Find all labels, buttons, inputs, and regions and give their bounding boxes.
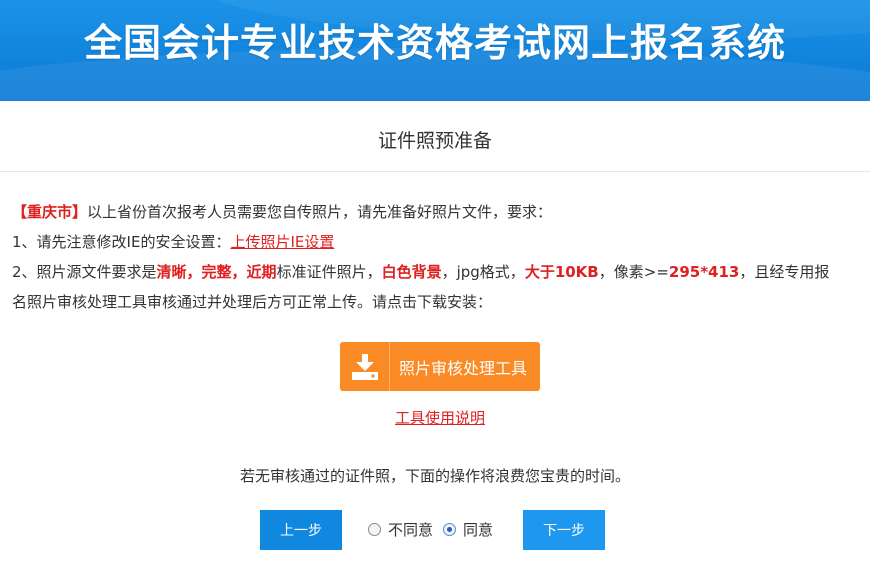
disagree-radio[interactable] — [368, 522, 381, 536]
agree-radio[interactable] — [443, 522, 457, 536]
city-bracket: 【 — [12, 203, 28, 221]
radio-selected-dot — [447, 526, 453, 532]
disagree-option[interactable]: 不同意 — [368, 519, 433, 540]
item2-text: 2、照片源文件要求是 — [12, 263, 157, 281]
city-name: 重庆市 — [27, 203, 73, 221]
prev-step-button[interactable]: 上一步 — [260, 510, 342, 550]
warning-text: 若无审核通过的证件照，下面的操作将浪费您宝贵的时间。 — [239, 467, 630, 485]
item2-highlight: 清晰，完整，近期 — [156, 263, 277, 281]
download-tool-button[interactable]: 照片审核处理工具 — [340, 342, 540, 391]
notice-intro: 以上省份首次报考人员需要您自传照片，请先准备好照片文件，要求： — [87, 203, 553, 221]
city-bracket: 】 — [72, 203, 88, 221]
item2-text: 标准证件照片， — [276, 263, 382, 281]
disagree-label: 不同意 — [388, 520, 434, 539]
notice-item-1: 1、请先注意修改IE的安全设置：上传照片IE设置 — [12, 227, 870, 257]
notice-item-2-cont: 名照片审核处理工具审核通过并处理后方可正常上传。请点击下载安装： — [12, 293, 493, 311]
tool-instructions-link[interactable]: 工具使用说明 — [0, 407, 870, 428]
item2-highlight: 白色背景 — [381, 263, 442, 281]
ie-settings-link[interactable]: 上传照片IE设置 — [230, 233, 334, 251]
item1-text: 1、请先注意修改IE的安全设置： — [12, 233, 231, 251]
download-tool-label: 照片审核处理工具 — [398, 358, 527, 378]
item2-highlight: 大于10KB — [524, 263, 599, 281]
next-step-button[interactable]: 下一步 — [523, 510, 605, 550]
agree-option[interactable]: 同意 — [443, 519, 493, 540]
agree-label: 同意 — [463, 520, 494, 539]
header-banner: 全国会计专业技术资格考试网上报名系统 — [0, 0, 870, 101]
download-icon — [340, 342, 390, 391]
item2-text: ，且经专用报 — [739, 263, 830, 281]
notice-item-2: 2、照片源文件要求是清晰，完整，近期标准证件照片，白色背景，jpg格式，大于10… — [12, 257, 870, 287]
notice-block: 【重庆市】以上省份首次报考人员需要您自传照片，请先准备好照片文件，要求： 1、请… — [12, 197, 870, 317]
item2-text: ，jpg格式， — [441, 263, 525, 281]
section-title: 证件照预准备 — [377, 130, 492, 152]
agreement-radio-group: 不同意 同意 — [368, 518, 503, 540]
page-title: 全国会计专业技术资格考试网上报名系统 — [83, 21, 786, 65]
notice-intro-line: 【重庆市】以上省份首次报考人员需要您自传照片，请先准备好照片文件，要求： — [12, 197, 870, 227]
item2-highlight: 295*413 — [668, 263, 740, 281]
item2-text: ，像素>= — [598, 263, 669, 281]
divider — [0, 171, 870, 172]
